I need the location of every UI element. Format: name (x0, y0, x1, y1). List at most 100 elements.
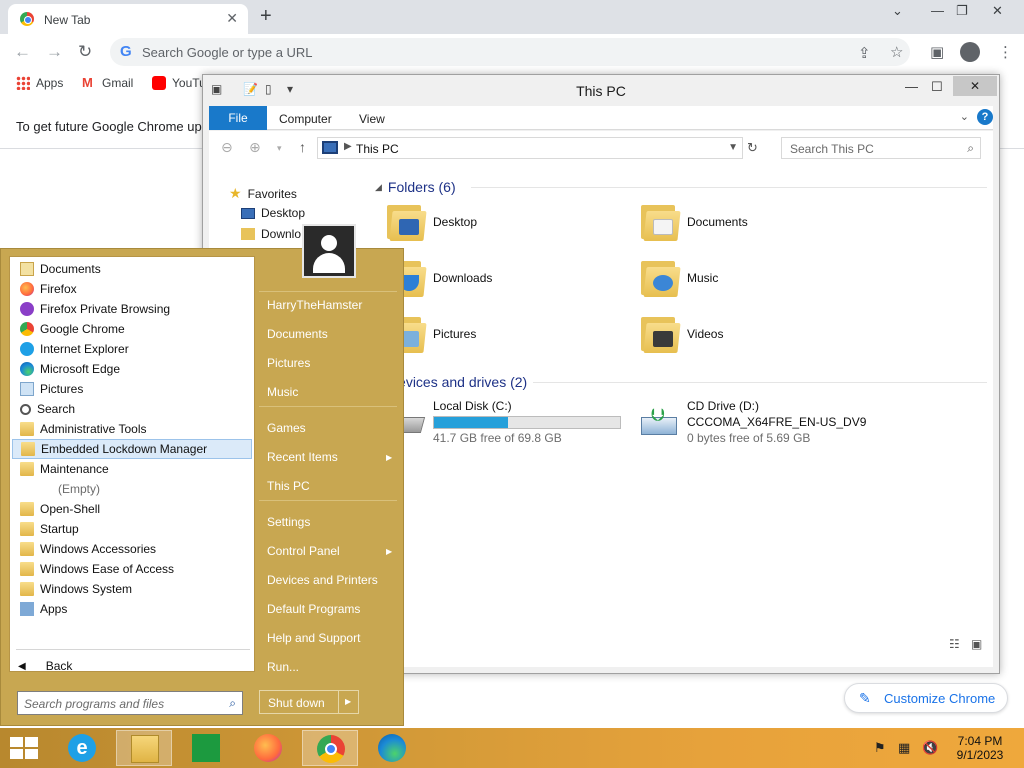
program-item[interactable]: Embedded Lockdown Manager (12, 439, 252, 459)
taskbar-file-explorer[interactable] (116, 730, 172, 766)
folder-icon (21, 442, 35, 456)
start-right-item[interactable]: Settings (267, 515, 310, 529)
program-item[interactable]: Windows Accessories (12, 539, 252, 559)
start-search-input[interactable]: Search programs and files ⌕ (17, 691, 243, 715)
drive-tile-d[interactable]: ⮋ CD Drive (D:) CCCOMA_X64FRE_EN-US_DV9 … (635, 399, 875, 445)
volume-muted-icon[interactable]: 🔇 (922, 740, 938, 756)
start-right-item[interactable]: Default Programs (267, 602, 360, 616)
details-view-icon[interactable]: ☷ (949, 637, 960, 651)
program-item[interactable]: Firefox (12, 279, 252, 299)
nav-item-downloads[interactable]: Downlo (241, 227, 301, 241)
expand-ribbon-icon[interactable]: ⌄ (960, 110, 969, 123)
back-icon[interactable]: ⊖ (221, 139, 233, 156)
tab-new-tab[interactable]: New Tab ✕ (8, 4, 248, 34)
refresh-icon[interactable]: ↻ (747, 140, 758, 156)
profile-avatar-icon[interactable] (960, 42, 980, 62)
taskbar-internet-explorer[interactable]: e (54, 730, 110, 766)
program-item[interactable]: Startup (12, 519, 252, 539)
minimize-icon[interactable]: — (905, 79, 918, 94)
network-icon[interactable]: ▦ (898, 740, 910, 756)
start-right-item[interactable]: Games (267, 421, 306, 435)
program-item[interactable]: Maintenance (12, 459, 252, 479)
tab-search-icon[interactable]: ⌄ (892, 3, 903, 19)
start-right-item[interactable]: Pictures (267, 356, 310, 370)
taskbar-store[interactable] (178, 730, 234, 766)
drive-tile-c[interactable]: Local Disk (C:) 41.7 GB free of 69.8 GB (381, 399, 621, 445)
start-right-item[interactable]: Music (267, 385, 298, 399)
folder-tile-documents[interactable]: Documents (635, 197, 875, 247)
forward-icon[interactable]: ⊕ (249, 139, 261, 156)
share-icon[interactable]: ⇪ (858, 44, 871, 62)
large-icons-view-icon[interactable]: ▣ (971, 637, 982, 651)
up-icon[interactable]: ↑ (299, 139, 306, 155)
program-item[interactable]: Microsoft Edge (12, 359, 252, 379)
taskbar-chrome[interactable] (302, 730, 358, 766)
forward-arrow-icon[interactable]: → (46, 42, 63, 62)
ribbon-tab-computer[interactable]: Computer (279, 112, 332, 126)
program-item[interactable]: Google Chrome (12, 319, 252, 339)
program-item[interactable]: Pictures (12, 379, 252, 399)
bookmark-apps[interactable]: Apps (16, 76, 63, 90)
program-item[interactable]: Open-Shell (12, 499, 252, 519)
menu-kebab-icon[interactable]: ⋮ (998, 43, 1013, 61)
folder-tile-videos[interactable]: Videos (635, 309, 875, 359)
side-panel-icon[interactable]: ▣ (930, 43, 944, 61)
maximize-icon[interactable]: ☐ (931, 79, 943, 95)
customize-chrome-button[interactable]: ✎ Customize Chrome (844, 683, 1008, 713)
folder-tile-downloads[interactable]: Downloads (381, 253, 621, 303)
start-right-item[interactable]: This PC (267, 479, 310, 493)
start-right-item[interactable]: Run... (267, 660, 299, 674)
folder-icon (20, 502, 34, 516)
program-item[interactable]: Search (12, 399, 252, 419)
ribbon-tab-file[interactable]: File (209, 106, 267, 130)
address-bar[interactable]: ▶ This PC ▼ (317, 137, 743, 159)
close-icon[interactable]: ✕ (953, 76, 997, 96)
program-item[interactable]: Windows Ease of Access (12, 559, 252, 579)
taskbar-edge[interactable] (364, 730, 420, 766)
program-item[interactable]: Windows System (12, 579, 252, 599)
shutdown-options-icon[interactable]: ▶ (345, 697, 351, 706)
start-right-item[interactable]: Help and Support (267, 631, 360, 645)
bookmark-gmail[interactable]: M Gmail (82, 76, 133, 91)
divider (259, 291, 397, 292)
breadcrumb-this-pc[interactable]: This PC (356, 142, 399, 156)
program-item[interactable]: Administrative Tools (12, 419, 252, 439)
start-right-item[interactable]: Devices and Printers (267, 573, 378, 587)
program-item[interactable]: Internet Explorer (12, 339, 252, 359)
back-button[interactable]: ◀ Back (18, 659, 72, 673)
nav-item-desktop[interactable]: Desktop (241, 206, 305, 220)
minimize-icon[interactable]: — (931, 3, 944, 18)
reload-icon[interactable]: ↻ (78, 42, 92, 62)
bookmark-star-icon[interactable]: ☆ (890, 43, 903, 61)
start-right-item[interactable]: Control Panel (267, 544, 340, 558)
user-avatar[interactable] (302, 224, 356, 278)
folder-tile-desktop[interactable]: Desktop (381, 197, 621, 247)
close-tab-icon[interactable]: ✕ (226, 10, 238, 27)
program-item[interactable]: Firefox Private Browsing (12, 299, 252, 319)
clock[interactable]: 7:04 PM 9/1/2023 (950, 734, 1010, 762)
folder-tile-pictures[interactable]: Pictures (381, 309, 621, 359)
ribbon-tab-view[interactable]: View (359, 112, 385, 126)
program-item[interactable]: Documents (12, 259, 252, 279)
taskbar-firefox[interactable] (240, 730, 296, 766)
address-dropdown-icon[interactable]: ▼ (728, 142, 738, 153)
user-name[interactable]: HarryTheHamster (267, 298, 362, 312)
folders-group-header[interactable]: ◢ Folders (6) (375, 179, 456, 195)
start-right-item[interactable]: Recent Items (267, 450, 338, 464)
new-tab-button[interactable]: + (260, 5, 272, 28)
omnibox[interactable]: G Search Google or type a URL ⇪ ☆ (110, 38, 910, 66)
restore-icon[interactable]: ❐ (956, 3, 968, 19)
recent-locations-icon[interactable]: ▾ (277, 143, 282, 154)
nav-item-favorites[interactable]: ★ Favorites (229, 185, 297, 202)
program-label: Firefox (40, 282, 77, 296)
action-center-flag-icon[interactable]: ⚑ (874, 740, 886, 756)
folder-tile-music[interactable]: Music (635, 253, 875, 303)
help-icon[interactable]: ? (977, 109, 993, 125)
shutdown-button[interactable]: Shut down ▶ (259, 690, 359, 714)
program-item[interactable]: Apps (12, 599, 252, 619)
explorer-search-input[interactable]: Search This PC ⌕ (781, 137, 981, 159)
close-window-icon[interactable]: ✕ (992, 3, 1003, 19)
start-right-item[interactable]: Documents (267, 327, 328, 341)
start-button[interactable] (10, 737, 38, 759)
back-arrow-icon[interactable]: ← (14, 42, 31, 62)
